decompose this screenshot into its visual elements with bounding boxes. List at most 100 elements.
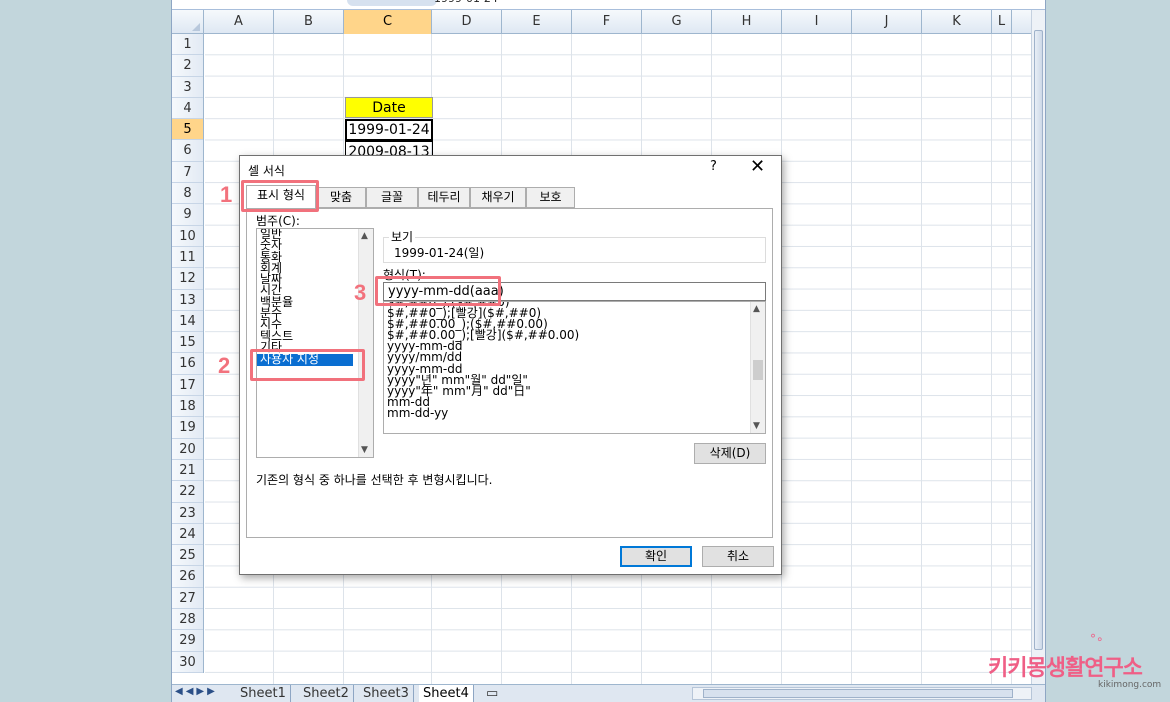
row-header-20[interactable]: 20 [172, 439, 203, 460]
row-header-9[interactable]: 9 [172, 204, 203, 226]
row-header-4[interactable]: 4 [172, 98, 203, 120]
grid-line [851, 34, 852, 684]
grid-line [921, 34, 922, 684]
tab-protection[interactable]: 보호 [526, 187, 575, 208]
horizontal-scrollbar[interactable] [692, 687, 1032, 700]
row-header-3[interactable]: 3 [172, 77, 203, 98]
row-header-8[interactable]: 8 [172, 183, 203, 205]
row-header-15[interactable]: 15 [172, 332, 203, 354]
dialog-title: 셀 서식 [248, 164, 285, 178]
sheet-tab-1[interactable]: Sheet1 [236, 685, 291, 702]
close-icon[interactable]: ✕ [750, 156, 765, 177]
format-description: 기존의 형식 중 하나를 선택한 후 변형시킵니다. [256, 473, 493, 487]
annotation-box-1 [241, 180, 319, 212]
row-header-17[interactable]: 17 [172, 375, 203, 397]
format-item[interactable]: mm-dd-yy [384, 407, 765, 419]
cancel-button[interactable]: 취소 [702, 546, 774, 567]
row-header-18[interactable]: 18 [172, 396, 203, 418]
annotation-number-3: 3 [354, 280, 367, 305]
row-header-30[interactable]: 30 [172, 652, 203, 673]
column-header-a[interactable]: A [204, 10, 274, 34]
column-header-j[interactable]: J [852, 10, 922, 34]
row-header-26[interactable]: 26 [172, 566, 203, 588]
horizontal-scroll-thumb[interactable] [703, 689, 1013, 698]
column-header-f[interactable]: F [572, 10, 642, 34]
row-header-21[interactable]: 21 [172, 460, 203, 482]
row-header-2[interactable]: 2 [172, 55, 203, 77]
row-header-6[interactable]: 6 [172, 140, 203, 162]
category-label: 범주(C): [256, 214, 300, 228]
row-header-23[interactable]: 23 [172, 503, 203, 524]
grid-line [991, 34, 992, 684]
column-header-c[interactable]: C [344, 10, 432, 34]
tab-border[interactable]: 테두리 [418, 187, 470, 208]
row-header-28[interactable]: 28 [172, 609, 203, 631]
grid-line [1011, 34, 1012, 684]
help-button[interactable]: ? [710, 159, 717, 174]
select-all-corner[interactable] [172, 10, 204, 34]
row-header-13[interactable]: 13 [172, 290, 203, 311]
preview-box: 1999-01-24(일) [383, 237, 766, 263]
column-header-l[interactable]: L [992, 10, 1012, 34]
row-header-12[interactable]: 12 [172, 268, 203, 290]
column-header-k[interactable]: K [922, 10, 992, 34]
column-header-b[interactable]: B [274, 10, 344, 34]
row-header-1[interactable]: 1 [172, 34, 203, 56]
format-scrollbar[interactable]: ▲ ▼ [750, 302, 765, 433]
row-header-19[interactable]: 19 [172, 417, 203, 439]
annotation-number-2: 2 [218, 353, 231, 378]
formula-text: 1999-01-24 [434, 0, 498, 5]
row-header-10[interactable]: 10 [172, 226, 203, 247]
format-scroll-thumb[interactable] [753, 360, 763, 380]
category-scrollbar[interactable]: ▲ ▼ [358, 229, 373, 457]
row-headers: 1 2 3 4 5 6 7 8 9 10 11 12 13 14 15 16 17 18 19 20 21 22 23 24 2… [172, 34, 204, 673]
column-header-g[interactable]: G [642, 10, 712, 34]
vertical-scrollbar[interactable] [1031, 10, 1045, 684]
ok-button[interactable]: 확인 [620, 546, 692, 567]
tab-fill[interactable]: 채우기 [470, 187, 526, 208]
column-header-h[interactable]: H [712, 10, 782, 34]
sheet-nav-arrows-icon[interactable]: ◀◀▶▶ [175, 686, 218, 697]
tab-font[interactable]: 글꼴 [366, 187, 418, 208]
row-header-5[interactable]: 5 [172, 119, 203, 141]
sheet-tab-4[interactable]: Sheet4 [419, 685, 474, 702]
watermark-logo: 키키몽생활연구소 [988, 656, 1143, 681]
row-header-22[interactable]: 22 [172, 481, 203, 503]
row-header-29[interactable]: 29 [172, 630, 203, 652]
row-header-11[interactable]: 11 [172, 247, 203, 269]
name-box[interactable] [347, 0, 437, 6]
insert-sheet-icon[interactable]: ▭ [482, 685, 502, 702]
column-header-i[interactable]: I [782, 10, 852, 34]
scroll-up-icon[interactable]: ▲ [361, 231, 368, 241]
vertical-scroll-thumb[interactable] [1034, 30, 1043, 650]
annotation-number-1: 1 [220, 182, 233, 207]
annotation-box-3 [375, 276, 501, 306]
category-list[interactable]: 일반 숫자 통화 회계 날짜 시간 백분율 분수 지수 텍스트 기타 사용자 지정 ▲ ▼ [256, 228, 374, 458]
cell-c4[interactable]: Date [345, 97, 433, 118]
delete-button[interactable]: 삭제(D) [694, 443, 766, 464]
row-header-16[interactable]: 16 [172, 353, 203, 375]
sheet-tab-bar: ◀◀▶▶ Sheet1 Sheet2 Sheet3 Sheet4 ▭ [172, 684, 1045, 702]
watermark-dots-icon: °∘ [1090, 632, 1104, 646]
row-header-24[interactable]: 24 [172, 524, 203, 546]
format-list[interactable]: $#,##0_);($#,##0) $#,##0_);[빨강]($#,##0) $#… [383, 301, 766, 434]
column-header-d[interactable]: D [432, 10, 502, 34]
format-item[interactable]: yyyy"年" mm"月" dd"日" [384, 385, 765, 397]
sheet-tab-2[interactable]: Sheet2 [299, 685, 354, 702]
tab-alignment[interactable]: 맞춤 [316, 187, 366, 208]
annotation-box-2 [250, 349, 365, 381]
row-header-14[interactable]: 14 [172, 311, 203, 333]
sheet-tab-3[interactable]: Sheet3 [359, 685, 414, 702]
cell-c5[interactable]: 1999-01-24 [345, 119, 433, 141]
scroll-down-icon[interactable]: ▼ [753, 421, 760, 431]
scroll-down-icon[interactable]: ▼ [361, 445, 368, 455]
row-header-7[interactable]: 7 [172, 162, 203, 184]
column-headers: ABCDEFGHIJKL [172, 10, 1045, 34]
preview-label: 보기 [389, 228, 416, 245]
scroll-up-icon[interactable]: ▲ [753, 304, 760, 314]
watermark-url: kikimong.com [1098, 680, 1162, 690]
row-header-27[interactable]: 27 [172, 588, 203, 610]
formula-bar[interactable]: 1999-01-24 [172, 0, 1045, 10]
column-header-e[interactable]: E [502, 10, 572, 34]
row-header-25[interactable]: 25 [172, 545, 203, 567]
